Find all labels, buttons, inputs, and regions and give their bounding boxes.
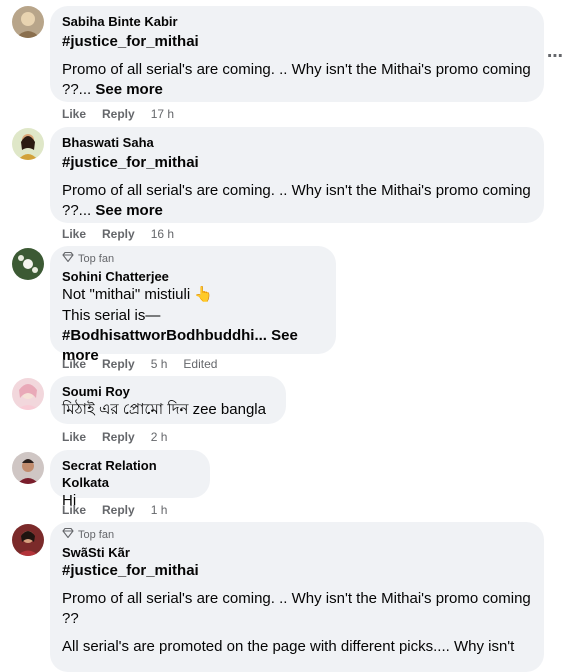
hashtag-link[interactable]: #BodhisattworBodhbuddhi...	[62, 327, 267, 344]
reply-button[interactable]: Reply	[102, 429, 135, 445]
timestamp[interactable]: 1 h	[151, 502, 168, 518]
more-options-icon[interactable]: ⋯	[547, 46, 564, 66]
hashtag-link[interactable]: #justice_for_mithai	[62, 561, 532, 581]
see-more-link[interactable]: See more	[95, 202, 163, 219]
author-name[interactable]: Sabiha Binte Kabir	[62, 13, 532, 30]
top-fan-badge: Top fan	[62, 251, 324, 266]
hashtag-link[interactable]: #justice_for_mithai	[62, 32, 532, 52]
top-fan-label: Top fan	[78, 529, 115, 541]
avatar[interactable]	[12, 6, 44, 38]
comment-text: Promo of all serial's are coming. .. Why…	[62, 61, 531, 78]
diamond-icon	[62, 527, 74, 542]
top-fan-label: Top fan	[78, 253, 115, 265]
comment-text-end: ??...	[62, 202, 92, 219]
comment-text-end: ??...	[62, 81, 92, 98]
see-more-link[interactable]: See more	[95, 81, 163, 98]
reply-button[interactable]: Reply	[102, 356, 135, 372]
comment-actions: Like Reply 17 h	[62, 106, 174, 122]
comment-actions: Like Reply 16 h	[62, 226, 174, 242]
edited-label[interactable]: Edited	[183, 356, 217, 372]
comment-text: ??	[62, 610, 79, 627]
comment-actions: Like Reply 5 h Edited	[62, 356, 217, 372]
comment-text: Not "mithai" mistiuli 👆	[62, 286, 214, 303]
comment-bubble: Soumi Roy মিঠাই এর প্রোমো দিন zee bangla	[50, 376, 286, 424]
comment-text: All serial's are promoted on the page wi…	[62, 638, 515, 655]
comment-bubble: Top fan Sohini Chatterjee Not "mithai" m…	[50, 246, 336, 364]
comment-actions: Like Reply 1 h	[62, 502, 167, 518]
timestamp[interactable]: 2 h	[151, 429, 168, 445]
reply-button[interactable]: Reply	[102, 502, 135, 518]
comment-bubble: Top fan SwãSti Kãr #justice_for_mithai P…	[50, 522, 544, 672]
comment-bubble: Bhaswati Saha #justice_for_mithai Promo …	[50, 127, 544, 223]
avatar[interactable]	[12, 452, 44, 484]
avatar[interactable]	[12, 128, 44, 160]
top-fan-badge: Top fan	[62, 527, 532, 542]
comment-text: Promo of all serial's are coming. .. Why…	[62, 590, 531, 607]
like-button[interactable]: Like	[62, 106, 86, 122]
comment-text: ??... See more	[62, 80, 532, 100]
author-name[interactable]: Soumi Roy	[62, 383, 274, 400]
comment-text: Promo of all serial's are coming. .. Why…	[62, 182, 531, 199]
comment-text: ??... See more	[62, 201, 532, 221]
avatar[interactable]	[12, 524, 44, 556]
diamond-icon	[62, 251, 74, 266]
author-name[interactable]: Sohini Chatterjee	[62, 268, 324, 285]
comment-bubble: Sabiha Binte Kabir #justice_for_mithai P…	[50, 6, 544, 102]
comment-bubble: Secrat Relation Kolkata Hi	[50, 450, 210, 509]
like-button[interactable]: Like	[62, 429, 86, 445]
comment-text: মিঠাই এর প্রোমো দিন zee bangla	[62, 401, 266, 418]
like-button[interactable]: Like	[62, 356, 86, 372]
timestamp[interactable]: 17 h	[151, 106, 174, 122]
author-name[interactable]: Bhaswati Saha	[62, 134, 532, 151]
avatar[interactable]	[12, 248, 44, 280]
like-button[interactable]: Like	[62, 502, 86, 518]
hashtag-link[interactable]: #justice_for_mithai	[62, 153, 532, 173]
reply-button[interactable]: Reply	[102, 226, 135, 242]
reply-button[interactable]: Reply	[102, 106, 135, 122]
timestamp[interactable]: 5 h	[151, 356, 168, 372]
like-button[interactable]: Like	[62, 226, 86, 242]
comment-text: This serial is—	[62, 307, 161, 324]
timestamp[interactable]: 16 h	[151, 226, 174, 242]
author-name[interactable]: Secrat Relation Kolkata	[62, 457, 198, 491]
author-name[interactable]: SwãSti Kãr	[62, 544, 532, 561]
comment-actions: Like Reply 2 h	[62, 429, 167, 445]
avatar[interactable]	[12, 378, 44, 410]
